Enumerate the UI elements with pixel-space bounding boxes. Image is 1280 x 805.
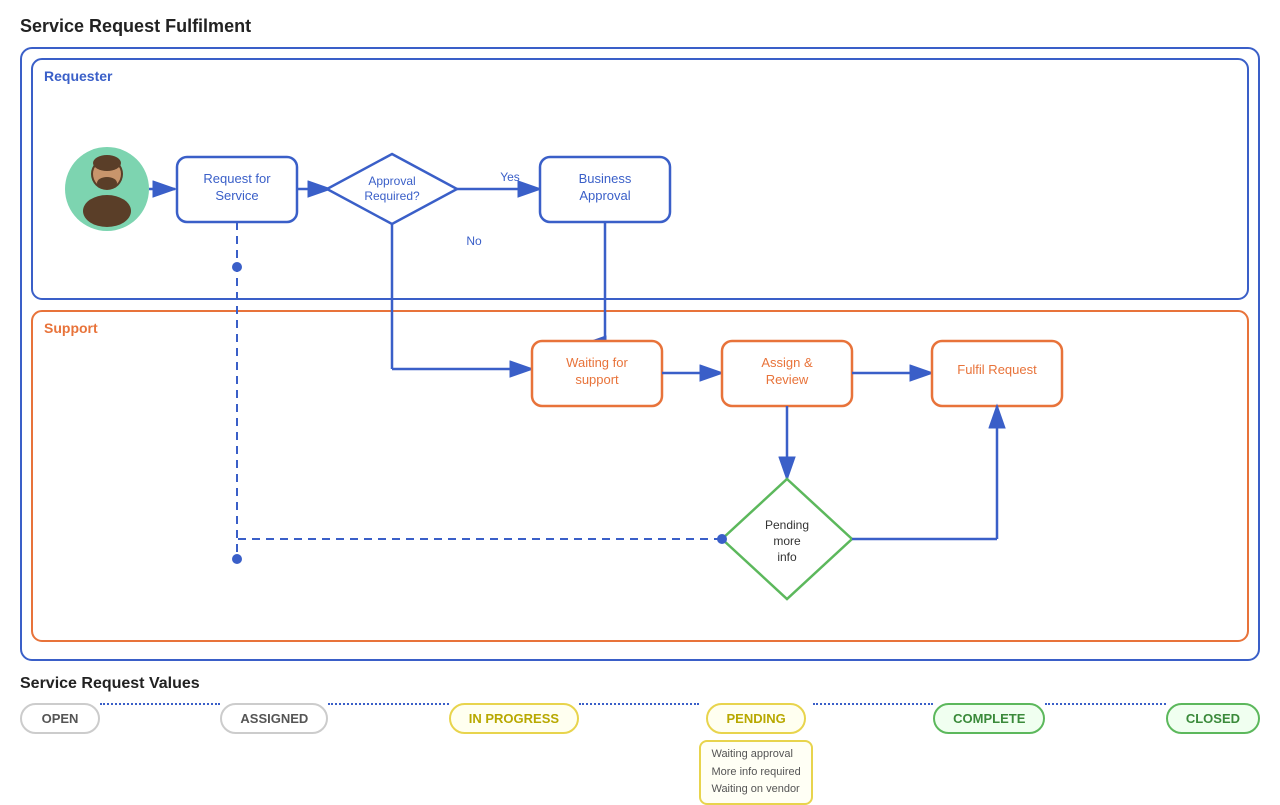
svg-text:Required?: Required? (364, 189, 420, 203)
diagram-svg: Requester Support Request for Service Ap… (22, 49, 1258, 659)
diagram-container: Requester Support Request for Service Ap… (20, 47, 1260, 661)
requester-label: Requester (44, 68, 113, 84)
values-section: Service Request Values OPEN ASSIGNED IN … (20, 675, 1260, 805)
pending-wrapper: PENDING Waiting approval More info requi… (699, 703, 812, 805)
connector-4 (813, 703, 933, 705)
connector-3 (579, 703, 699, 705)
fulfil-request-node: Fulfil Request (957, 362, 1037, 377)
svg-text:info: info (777, 550, 797, 564)
svg-text:Pending: Pending (765, 518, 809, 532)
svg-text:Service: Service (215, 188, 258, 203)
value-badge-complete: COMPLETE (933, 703, 1045, 734)
svg-text:Review: Review (766, 372, 809, 387)
value-badge-open: OPEN (20, 703, 100, 734)
pending-sub-line-1: Waiting approval (711, 746, 800, 764)
waiting-for-support-node: Waiting for (566, 355, 628, 370)
svg-text:more: more (773, 534, 801, 548)
values-row: OPEN ASSIGNED IN PROGRESS PENDING Waitin… (20, 703, 1260, 805)
yes-label: Yes (500, 170, 520, 184)
connector-2 (328, 703, 448, 705)
pending-sub-line-3: Waiting on vendor (711, 781, 800, 799)
svg-text:support: support (575, 372, 619, 387)
values-title: Service Request Values (20, 675, 1260, 693)
assign-review-node: Assign & (761, 355, 813, 370)
request-for-service-node: Request for (203, 171, 271, 186)
value-badge-closed: CLOSED (1166, 703, 1260, 734)
value-badge-assigned: ASSIGNED (220, 703, 328, 734)
value-badge-pending: PENDING (706, 703, 805, 734)
page-title: Service Request Fulfilment (20, 16, 1260, 37)
pending-sub-line-2: More info required (711, 764, 800, 782)
business-approval-node: Business (579, 171, 632, 186)
svg-text:Approval: Approval (368, 174, 415, 188)
no-label: No (466, 234, 482, 248)
pending-sub-box: Waiting approval More info required Wait… (699, 740, 812, 805)
connector-5 (1045, 703, 1165, 705)
connector-1 (100, 703, 220, 705)
svg-text:Approval: Approval (579, 188, 630, 203)
support-label: Support (44, 320, 98, 336)
value-badge-in-progress: IN PROGRESS (449, 703, 579, 734)
